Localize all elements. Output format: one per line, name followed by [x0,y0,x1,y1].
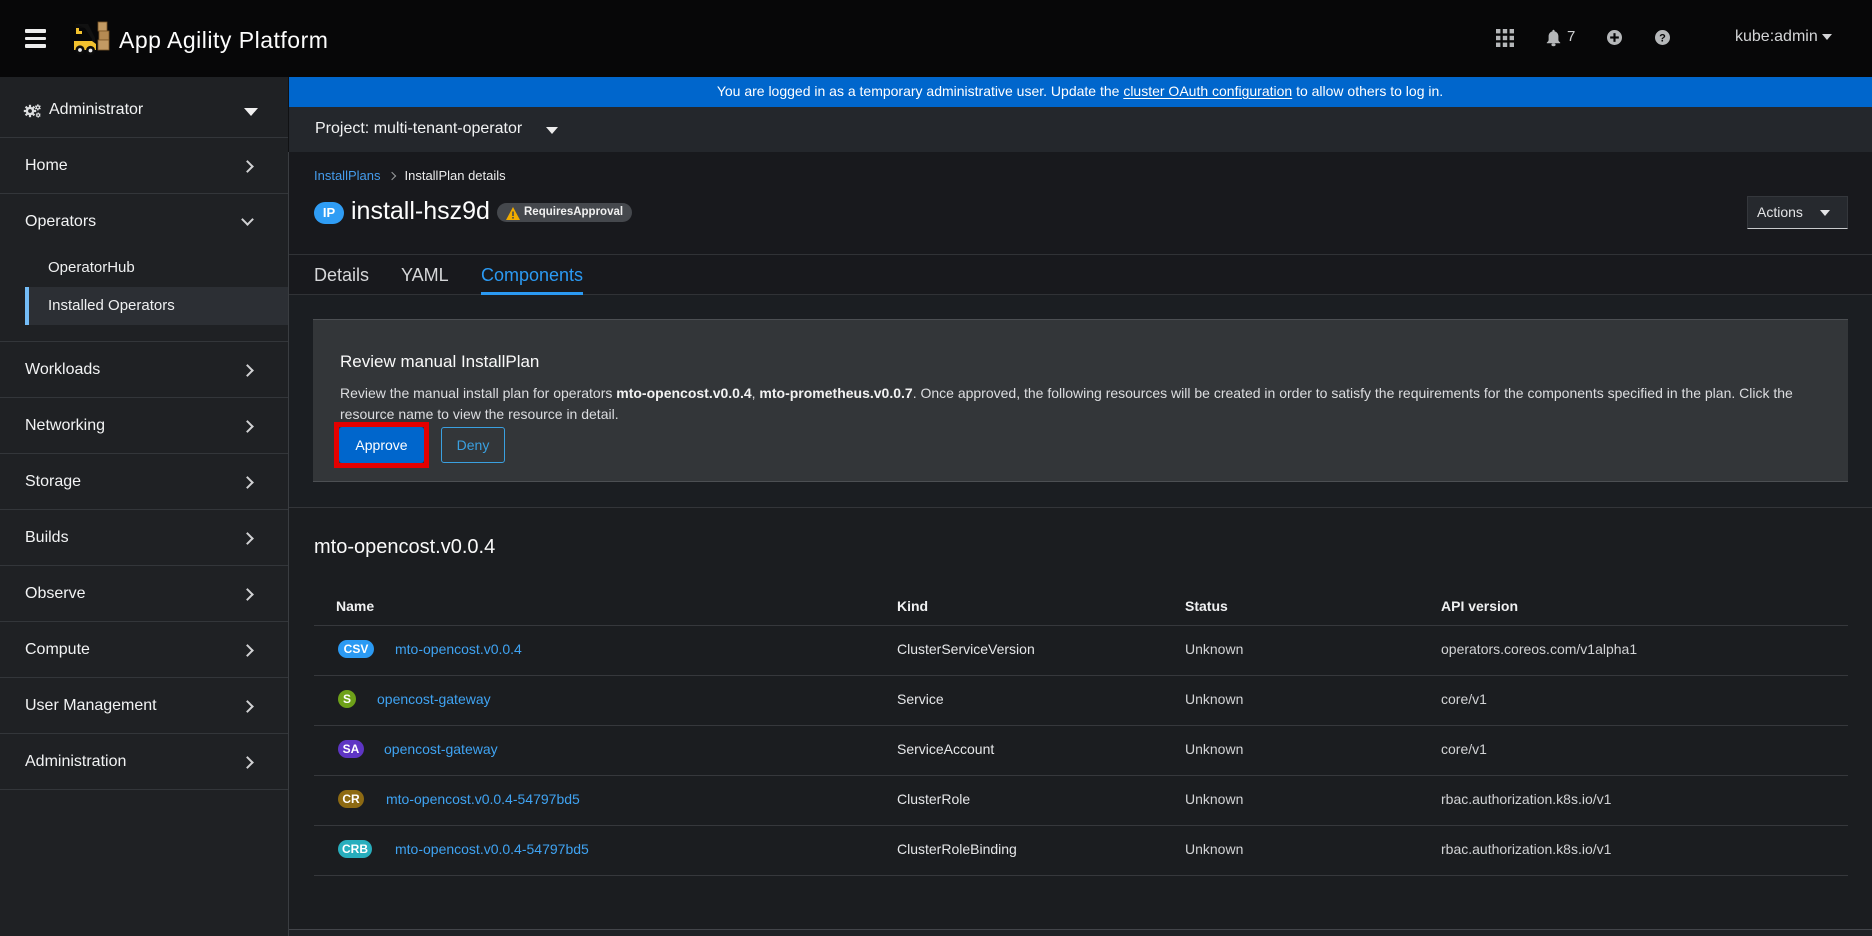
svg-text:?: ? [1659,32,1666,44]
